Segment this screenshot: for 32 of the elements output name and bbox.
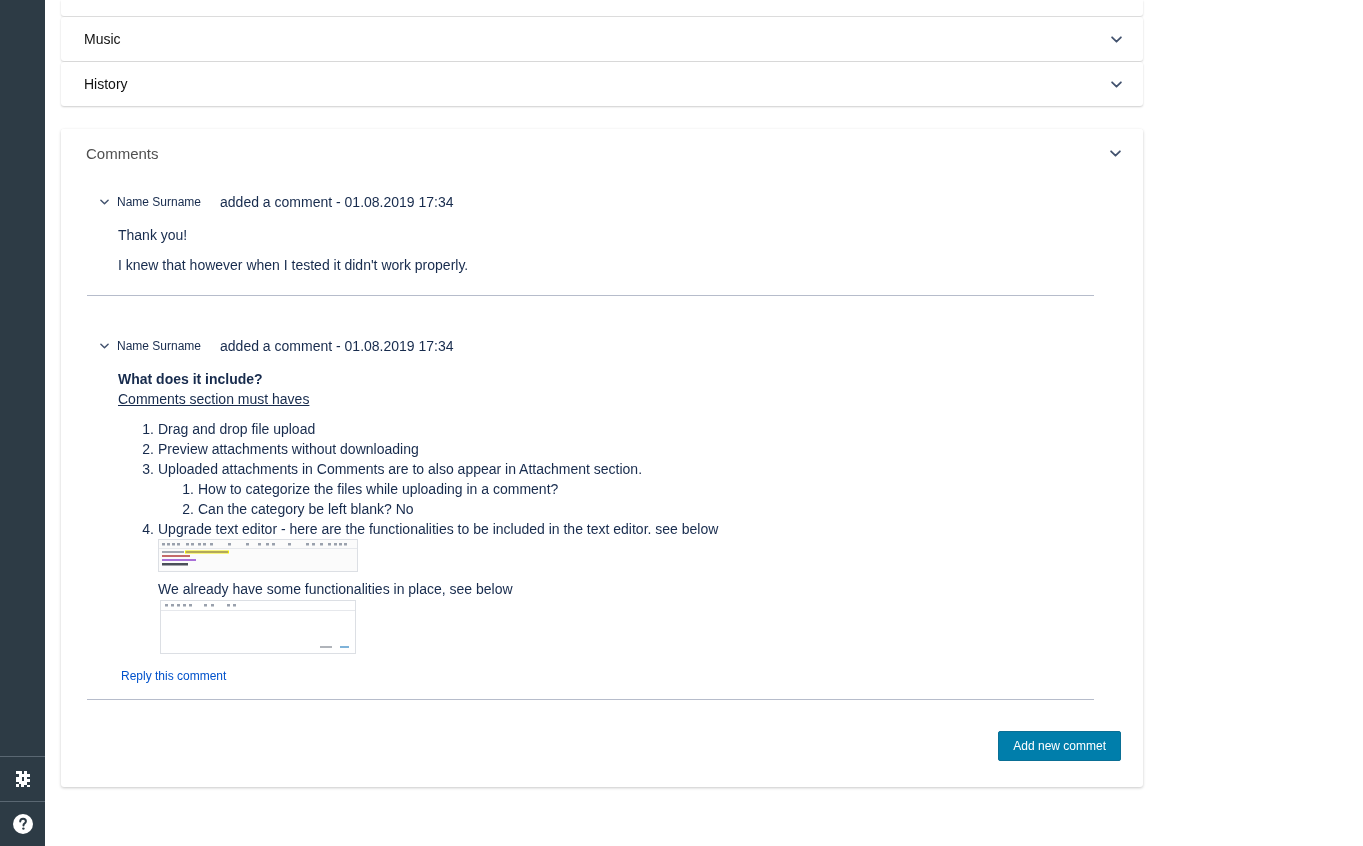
list-item-text: How to categorize the files while uploading in a comment? xyxy=(198,480,559,499)
chevron-down-icon xyxy=(1110,149,1121,157)
list-number: 3. xyxy=(141,460,154,479)
chevron-down-icon[interactable] xyxy=(100,343,109,349)
list-number: 1. xyxy=(181,480,194,499)
accordion-header[interactable]: History xyxy=(61,62,1143,106)
list-number: 2. xyxy=(181,500,194,519)
reply-link[interactable]: Reply this comment xyxy=(121,666,227,686)
accordion-header[interactable]: Comments xyxy=(61,129,1143,177)
chevron-down-icon xyxy=(1111,80,1122,88)
comment-meta: added a comment - 01.08.2019 17:34 xyxy=(220,338,454,354)
add-comment-button[interactable]: Add new commet xyxy=(998,731,1121,761)
list-item-text: Can the category be left blank? No xyxy=(198,500,414,519)
list-item-text: Uploaded attachments in Comments are to also appear in Attachment section. xyxy=(158,460,643,479)
chevron-down-icon xyxy=(1111,35,1122,43)
comment-author: Name Surname xyxy=(117,195,202,209)
help-icon xyxy=(12,814,33,834)
chevron-down-icon[interactable] xyxy=(100,199,109,205)
comment-meta: added a comment - 01.08.2019 17:34 xyxy=(220,194,454,210)
comment-author: Name Surname xyxy=(117,339,202,353)
comment-text: I knew that however when I tested it didn't work properly. xyxy=(118,256,470,275)
list-item-text: Drag and drop file upload xyxy=(158,420,316,439)
comment-text: We already have some functionalities in place, see below xyxy=(158,580,513,599)
list-item-text: Upgrade text editor - here are the functionalities to be included in the text editor. see below xyxy=(158,520,719,539)
comment-heading: What does it include? xyxy=(118,370,264,389)
comment-subheading: Comments section must haves xyxy=(118,390,311,409)
list-number: 4. xyxy=(141,520,154,539)
list-number: 1. xyxy=(141,420,154,439)
list-number: 2. xyxy=(141,440,154,459)
comment-text: Thank you! xyxy=(118,226,189,245)
list-item-text: Preview attachments without downloading xyxy=(158,440,419,459)
accordion-header[interactable]: Music xyxy=(61,17,1143,61)
